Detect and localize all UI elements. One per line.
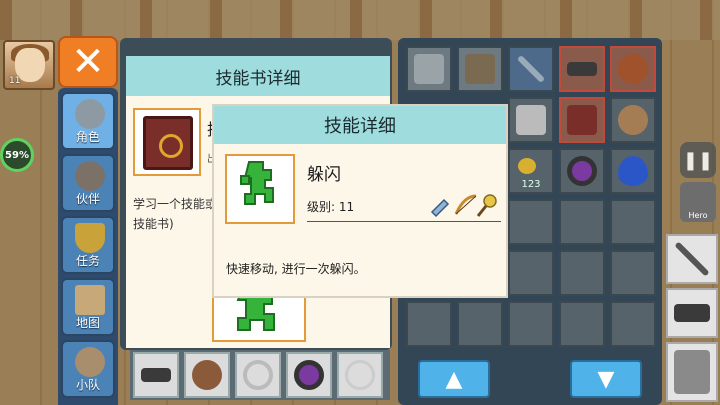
- close-button[interactable]: ✕: [58, 36, 118, 88]
- hero-button-label: Hero: [688, 211, 708, 220]
- equip-slot-empty[interactable]: [337, 352, 383, 398]
- inventory-slot[interactable]: [559, 148, 605, 194]
- leather-armor-icon: [192, 360, 222, 390]
- arrow-down-icon: ▼: [597, 366, 615, 392]
- inventory-slot[interactable]: [559, 199, 605, 245]
- party-icon: [75, 347, 105, 377]
- side-menu-label: 伙伴: [75, 192, 100, 206]
- skill-icon-slot: [225, 154, 295, 224]
- key-icon: [518, 158, 536, 174]
- pistol-icon: [141, 368, 171, 382]
- close-icon: ✕: [71, 39, 105, 85]
- side-menu-item-party[interactable]: 小队: [61, 340, 115, 398]
- quick-slot-gun[interactable]: [666, 288, 718, 338]
- side-menu-label: 小队: [75, 378, 100, 392]
- arrow-up-icon: ▲: [445, 366, 463, 392]
- scroll-up-button[interactable]: ▲: [418, 360, 490, 398]
- side-menu-label: 地图: [75, 316, 100, 330]
- skill-book-description-line2: 技能书): [133, 217, 174, 231]
- dark-ring-icon: [294, 360, 324, 390]
- skill-detail-dialog: 技能详细 躲闪 级别: 11 快速移动, 进行一次躲闪。: [212, 104, 508, 298]
- skill-level: 级别: 11: [307, 200, 355, 214]
- side-menu: 角色 伙伴 任务 地图 小队: [58, 88, 118, 405]
- side-menu-label: 任务: [75, 254, 100, 268]
- axe-icon: [414, 54, 444, 84]
- inventory-slot[interactable]: [610, 148, 656, 194]
- sword-class-icon: [430, 198, 450, 218]
- inventory-slot[interactable]: [610, 301, 656, 347]
- gauntlet-icon: [618, 105, 648, 135]
- pistol-icon: [674, 304, 710, 322]
- quick-slot-cannon[interactable]: [666, 342, 718, 402]
- armor-icon: [618, 54, 648, 84]
- equip-slot-gun[interactable]: [133, 352, 179, 398]
- empty-ring-icon: [243, 360, 273, 390]
- quick-slot-sword[interactable]: [666, 234, 718, 284]
- pickaxe-icon: [465, 54, 495, 84]
- skill-book-icon: [143, 116, 193, 170]
- dark-ring-icon: [567, 156, 597, 186]
- hero-button[interactable]: Hero: [680, 182, 716, 222]
- inventory-slot[interactable]: [610, 250, 656, 296]
- staff-class-icon: [476, 194, 497, 217]
- sword-icon: [674, 241, 710, 277]
- inventory-slot[interactable]: [457, 46, 503, 92]
- skill-book-icon: [567, 105, 597, 135]
- inventory-slot[interactable]: [559, 301, 605, 347]
- inventory-slot[interactable]: [559, 250, 605, 296]
- horned-helmet-icon: [75, 161, 105, 191]
- hero-level: 11: [9, 76, 21, 86]
- skill-description: 快速移动, 进行一次躲闪。: [226, 262, 366, 276]
- pause-icon: ❚❚: [682, 149, 714, 171]
- battle-axe-icon: [516, 105, 546, 135]
- dodge-figure-icon: [240, 161, 274, 205]
- helmet-icon: [75, 99, 105, 129]
- inventory-slot[interactable]: [559, 46, 605, 92]
- inventory-slot[interactable]: [508, 199, 554, 245]
- sword-icon: [516, 54, 546, 84]
- skill-book-title: 技能书详细: [126, 56, 390, 96]
- cannon-icon: [674, 350, 710, 394]
- inventory-slot[interactable]: [610, 97, 656, 143]
- class-icons: [430, 194, 497, 218]
- side-menu-item-character[interactable]: 角色: [61, 92, 115, 150]
- inventory-slot[interactable]: [508, 46, 554, 92]
- equip-slot-empty-ring[interactable]: [235, 352, 281, 398]
- scroll-down-button[interactable]: ▼: [570, 360, 642, 398]
- skill-book-description: 学习一个技能或 技能书): [133, 194, 215, 234]
- inventory-slot[interactable]: [508, 97, 554, 143]
- inventory-slot[interactable]: [457, 301, 503, 347]
- pause-button[interactable]: ❚❚: [680, 142, 716, 178]
- equip-slot-ring[interactable]: [286, 352, 332, 398]
- progress-badge: 59%: [0, 138, 34, 172]
- inventory-slot[interactable]: [406, 46, 452, 92]
- skill-book-description-line1: 学习一个技能或: [133, 197, 215, 211]
- side-menu-item-quest[interactable]: 任务: [61, 216, 115, 274]
- inventory-slot[interactable]: [508, 250, 554, 296]
- empty-slot-icon: [345, 360, 375, 390]
- stack-count: 123: [521, 179, 541, 190]
- blue-gem-icon: [618, 156, 648, 186]
- inventory-slot[interactable]: [508, 301, 554, 347]
- inventory-slot[interactable]: 123: [508, 148, 554, 194]
- inventory-slot[interactable]: [610, 199, 656, 245]
- side-menu-item-companion[interactable]: 伙伴: [61, 154, 115, 212]
- equip-slot-armor[interactable]: [184, 352, 230, 398]
- inventory-slot[interactable]: [406, 301, 452, 347]
- side-menu-item-map[interactable]: 地图: [61, 278, 115, 336]
- skill-name: 躲闪: [307, 165, 341, 185]
- bow-class-icon: [454, 194, 477, 215]
- pistol-icon: [567, 62, 597, 76]
- divider: [307, 221, 501, 222]
- hero-portrait[interactable]: 11: [3, 40, 55, 90]
- skill-book-slot[interactable]: [133, 108, 201, 176]
- dialog-title: 技能详细: [214, 106, 506, 144]
- map-icon: [75, 285, 105, 315]
- side-menu-label: 角色: [75, 130, 100, 144]
- trophy-icon: [75, 223, 105, 253]
- inventory-slot[interactable]: [559, 97, 605, 143]
- inventory-slot[interactable]: [610, 46, 656, 92]
